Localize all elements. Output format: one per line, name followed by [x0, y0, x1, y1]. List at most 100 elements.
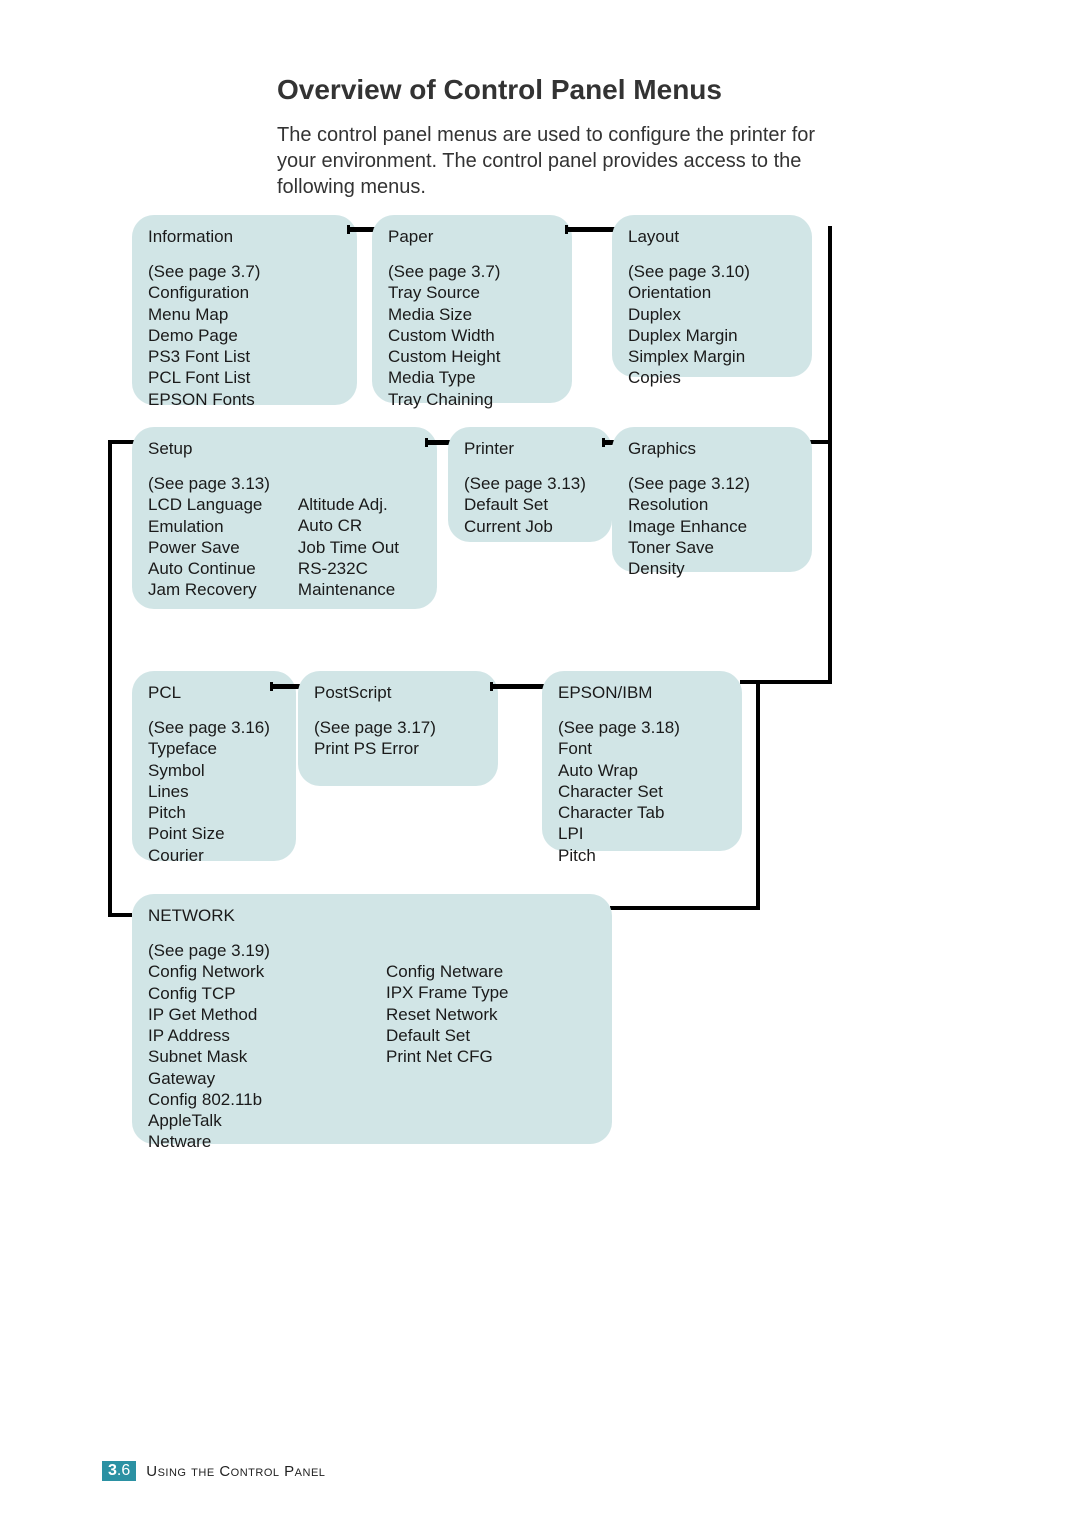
menu-body: (See page 3.7) Configuration Menu Map De… — [148, 261, 341, 410]
menu-setup: Setup (See page 3.13) LCD Language Emula… — [132, 427, 437, 609]
menu-item: LCD Language — [148, 494, 270, 515]
page-number: 6 — [121, 1462, 130, 1479]
menu-item: Jam Recovery — [148, 579, 270, 600]
menu-body: (See page 3.16) Typeface Symbol Lines Pi… — [148, 717, 280, 866]
page-ref: (See page 3.18) — [558, 717, 726, 738]
menu-item: PCL Font List — [148, 367, 341, 388]
menu-item: Font — [558, 738, 726, 759]
menu-item: AppleTalk — [148, 1110, 358, 1131]
menu-postscript: PostScript (See page 3.17) Print PS Erro… — [298, 671, 498, 786]
menu-item: Print Net CFG — [386, 1046, 509, 1067]
menu-title: NETWORK — [148, 906, 596, 926]
menu-item: Typeface — [148, 738, 280, 759]
menu-item: Resolution — [628, 494, 796, 515]
menu-item: IP Get Method — [148, 1004, 358, 1025]
menu-network: NETWORK (See page 3.19) Config Network C… — [132, 894, 612, 1144]
menu-item: Character Set — [558, 781, 726, 802]
menu-item: Tray Source — [388, 282, 556, 303]
menu-item: Menu Map — [148, 304, 341, 325]
menu-item: Tray Chaining — [388, 389, 556, 410]
menu-item: Demo Page — [148, 325, 341, 346]
menu-printer: Printer (See page 3.13) Default Set Curr… — [448, 427, 612, 542]
menu-title: PCL — [148, 683, 280, 703]
menu-layout: Layout (See page 3.10) Orientation Duple… — [612, 215, 812, 377]
menu-item: Media Type — [388, 367, 556, 388]
menu-item: Symbol — [148, 760, 280, 781]
menu-item: Media Size — [388, 304, 556, 325]
menu-title: Information — [148, 227, 341, 247]
footer-title: Using the Control Panel — [146, 1463, 325, 1480]
menu-title: EPSON/IBM — [558, 683, 726, 703]
page-ref: (See page 3.17) — [314, 717, 482, 738]
menu-item: EPSON Fonts — [148, 389, 341, 410]
menu-title: PostScript — [314, 683, 482, 703]
menu-item: IP Address — [148, 1025, 358, 1046]
menu-item: RS-232C — [298, 558, 399, 579]
menu-title: Paper — [388, 227, 556, 247]
page-ref: (See page 3.13) — [464, 473, 596, 494]
menu-item: Simplex Margin — [628, 346, 796, 367]
menu-body: (See page 3.13) Default Set Current Job — [464, 473, 596, 537]
menu-item: Configuration — [148, 282, 341, 303]
menu-item: Duplex Margin — [628, 325, 796, 346]
menu-item: Config TCP — [148, 983, 358, 1004]
menu-paper: Paper (See page 3.7) Tray Source Media S… — [372, 215, 572, 403]
menu-title: Graphics — [628, 439, 796, 459]
page-ref: (See page 3.19) — [148, 940, 358, 961]
page-ref: (See page 3.12) — [628, 473, 796, 494]
menu-item: Emulation — [148, 516, 270, 537]
page-ref: (See page 3.13) — [148, 473, 270, 494]
chapter-number: 3 — [108, 1462, 117, 1479]
menu-item: Image Enhance — [628, 516, 796, 537]
menu-item: Default Set — [464, 494, 596, 515]
page-number-box: 3.6 — [102, 1461, 136, 1481]
menu-information: Information (See page 3.7) Configuration… — [132, 215, 357, 405]
page: Overview of Control Panel Menus The cont… — [0, 0, 1080, 1523]
menu-item: Gateway — [148, 1068, 358, 1089]
menu-item: Reset Network — [386, 1004, 509, 1025]
menu-item: Maintenance — [298, 579, 399, 600]
menu-item: IPX Frame Type — [386, 982, 509, 1003]
menu-item: Pitch — [148, 802, 280, 823]
menu-body: (See page 3.12) Resolution Image Enhance… — [628, 473, 796, 579]
page-ref: (See page 3.10) — [628, 261, 796, 282]
menu-item: Point Size — [148, 823, 280, 844]
menu-item: Copies — [628, 367, 796, 388]
menu-item: Courier — [148, 845, 280, 866]
page-ref: (See page 3.7) — [148, 261, 341, 282]
page-ref: (See page 3.7) — [388, 261, 556, 282]
menu-title: Printer — [464, 439, 596, 459]
menu-item: Auto CR — [298, 515, 399, 536]
page-heading: Overview of Control Panel Menus — [277, 74, 722, 106]
menu-body: (See page 3.7) Tray Source Media Size Cu… — [388, 261, 556, 410]
menu-epson-ibm: EPSON/IBM (See page 3.18) Font Auto Wrap… — [542, 671, 742, 851]
menu-item: Pitch — [558, 845, 726, 866]
menu-item: Duplex — [628, 304, 796, 325]
menu-item: Power Save — [148, 537, 270, 558]
menu-item: Lines — [148, 781, 280, 802]
menu-item: Config Netware — [386, 961, 509, 982]
menu-item: LPI — [558, 823, 726, 844]
menu-item: Density — [628, 558, 796, 579]
menu-body: (See page 3.17) Print PS Error — [314, 717, 482, 760]
menu-item: Character Tab — [558, 802, 726, 823]
arrow-icon — [565, 227, 619, 232]
menu-title: Layout — [628, 227, 796, 247]
menu-title: Setup — [148, 439, 421, 459]
menu-graphics: Graphics (See page 3.12) Resolution Imag… — [612, 427, 812, 572]
menu-item: Config Network — [148, 961, 358, 982]
connector-row2-left — [108, 440, 132, 917]
menu-body: (See page 3.19) Config Network Config TC… — [148, 940, 596, 1153]
menu-item: Orientation — [628, 282, 796, 303]
menu-item: PS3 Font List — [148, 346, 341, 367]
menu-item: Toner Save — [628, 537, 796, 558]
menu-item: Print PS Error — [314, 738, 482, 759]
menu-item: Netware — [148, 1131, 358, 1152]
menu-item: Custom Width — [388, 325, 556, 346]
intro-paragraph: The control panel menus are used to conf… — [277, 122, 847, 200]
menu-body: (See page 3.10) Orientation Duplex Duple… — [628, 261, 796, 389]
menu-item: Subnet Mask — [148, 1046, 358, 1067]
arrow-icon — [490, 684, 550, 689]
menu-item: Auto Wrap — [558, 760, 726, 781]
menu-item: Current Job — [464, 516, 596, 537]
